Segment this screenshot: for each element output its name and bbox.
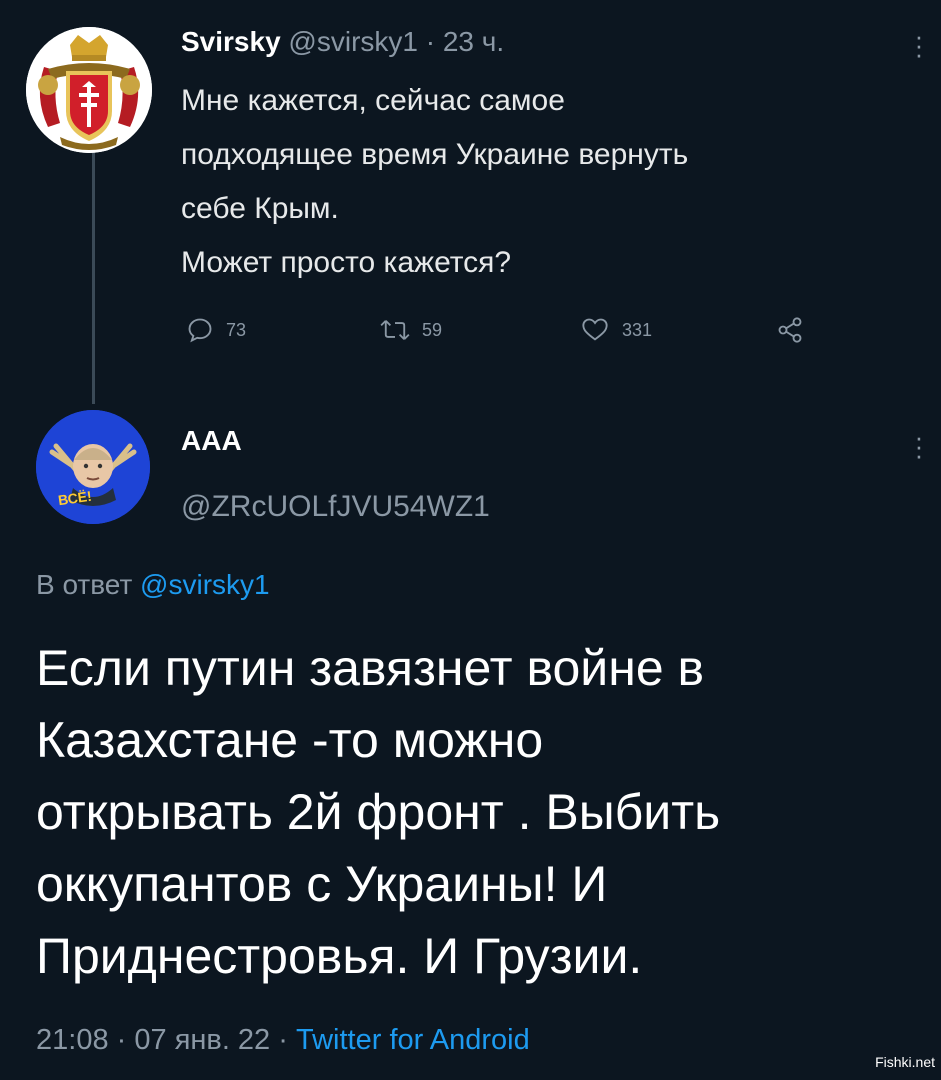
tweet-line: Мне кажется, сейчас самое xyxy=(181,84,565,117)
tweet-time[interactable]: 23 ч. xyxy=(443,26,504,57)
tweet-line: Может просто кажется? xyxy=(181,246,512,279)
reply-context: В ответ @svirsky1 xyxy=(36,569,270,601)
heart-icon xyxy=(582,318,608,341)
tweet-date[interactable]: 07 янв. 22 xyxy=(134,1024,270,1056)
like-button[interactable]: 331 xyxy=(580,312,652,348)
share-icon xyxy=(778,317,802,343)
separator-dot: · xyxy=(116,1024,127,1056)
more-vertical-icon[interactable]: · · · xyxy=(913,424,925,468)
tweet-header: Svirsky @svirsky1 · 23 ч. xyxy=(181,26,504,58)
tweet-text: Мне кажется, сейчас самое подходящее вре… xyxy=(181,74,911,290)
tweet-line: Приднестровья. И Грузии. xyxy=(36,928,643,984)
tweet-text: Если путин завязнет войне в Казахстане -… xyxy=(36,632,916,992)
author-name[interactable]: Svirsky xyxy=(181,26,281,57)
coat-of-arms-logo xyxy=(26,27,152,153)
share-button[interactable] xyxy=(775,312,805,348)
reply-to-link[interactable]: @svirsky1 xyxy=(140,569,270,600)
more-vertical-icon[interactable]: · · · xyxy=(913,23,925,67)
reply-button[interactable]: 73 xyxy=(186,312,246,348)
reply-count: 73 xyxy=(226,319,247,340)
author-handle[interactable]: @svirsky1 xyxy=(288,26,418,57)
thread-line xyxy=(92,152,95,404)
tweet-line: Если путин завязнет войне в xyxy=(36,640,705,696)
separator-dot: · xyxy=(425,26,436,57)
tweet-line: Казахстане -то можно xyxy=(36,712,544,768)
retweet-button[interactable]: 59 xyxy=(380,312,442,348)
source-app-link[interactable]: Twitter for Android xyxy=(296,1024,530,1056)
watermark: Fishki.net xyxy=(875,1054,935,1070)
retweet-icon xyxy=(380,320,410,340)
author-name[interactable]: AAA xyxy=(181,425,242,457)
reply-icon xyxy=(188,318,212,343)
reply-prefix: В ответ xyxy=(36,569,133,600)
tweet-meta: 21:08 · 07 янв. 22 · Twitter for Android xyxy=(36,1024,530,1057)
avatar[interactable]: ВСЁ! xyxy=(36,410,150,524)
avatar-image xyxy=(36,410,150,524)
tweet-line: открывать 2й фронт . Выбить xyxy=(36,784,721,840)
separator-dot: · xyxy=(278,1024,288,1056)
tweet-line: себе Крым. xyxy=(181,192,339,225)
tweet-line: подходящее время Украине вернуть xyxy=(181,138,689,171)
author-handle[interactable]: @ZRcUOLfJVU54WZ1 xyxy=(181,490,490,524)
avatar[interactable] xyxy=(26,27,152,153)
tweet-line: оккупантов с Украины! И xyxy=(36,856,608,912)
like-count: 331 xyxy=(622,319,653,340)
tweet-time[interactable]: 21:08 xyxy=(36,1024,109,1056)
retweet-count: 59 xyxy=(422,319,443,340)
